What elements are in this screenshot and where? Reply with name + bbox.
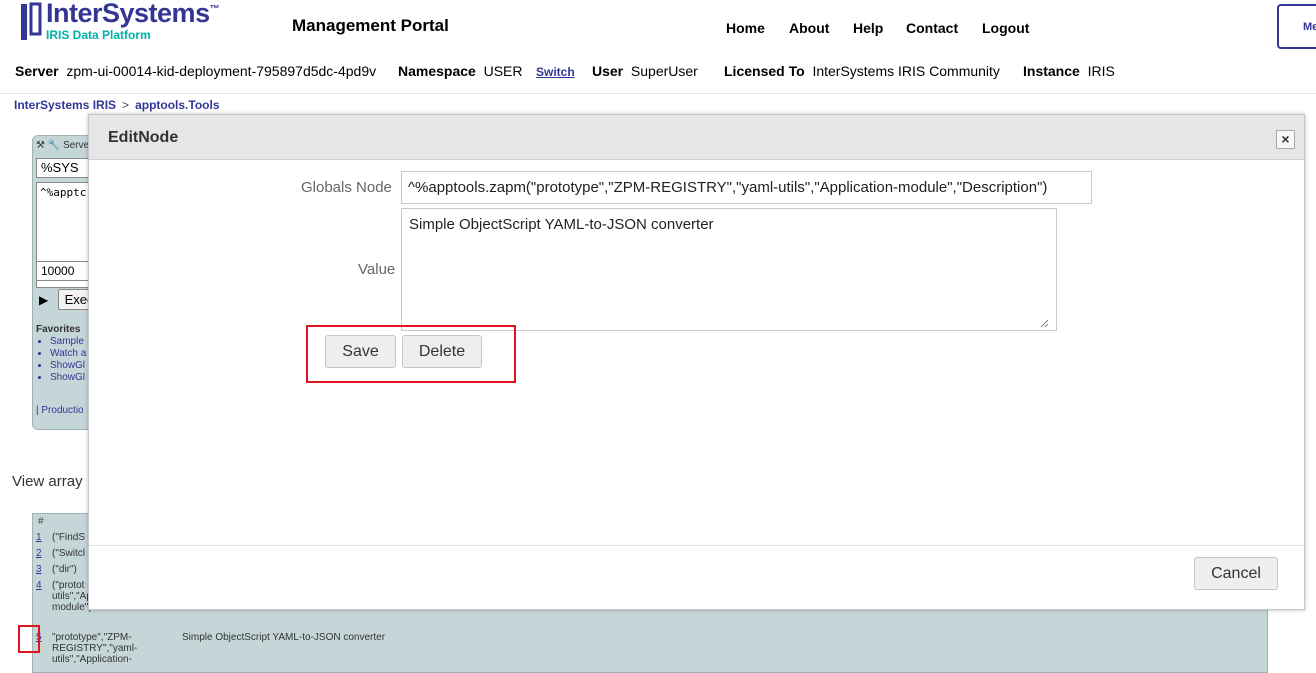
highlight-box-buttons [306,325,516,383]
namespace-info: Namespace USER [398,63,523,79]
license-info: Licensed To InterSystems IRIS Community [724,63,1000,79]
nav-help[interactable]: Help [853,20,883,36]
row-key: "prototype","ZPM-REGISTRY","yaml-utils",… [52,632,138,665]
menu-button[interactable]: Me [1277,4,1316,49]
breadcrumb: InterSystems IRIS > apptools.Tools [14,98,220,112]
row-index-link[interactable]: 2 [36,548,42,559]
dialog-footer-divider [89,545,1304,546]
globals-node-input[interactable]: ^%apptools.zapm("prototype","ZPM-REGISTR… [401,171,1092,204]
nav-contact[interactable]: Contact [906,20,958,36]
row-index-link[interactable]: 4 [36,580,42,591]
favorite-item[interactable]: ShowGl [50,360,86,372]
intersystems-logo-icon [21,2,42,40]
nav-about[interactable]: About [789,20,829,36]
user-info: User SuperUser [592,63,698,79]
close-icon[interactable]: × [1276,130,1295,149]
favorite-item[interactable]: Watch a [50,348,86,360]
wrench-icon: 🔧 [47,140,61,151]
menu-button-label: Me [1303,21,1316,33]
page-title: Management Portal [292,16,449,35]
switch-namespace-link[interactable]: Switch [536,65,575,79]
favorite-item[interactable]: ShowGl [50,372,86,384]
favorites-title: Favorites [36,324,81,335]
expand-triangle-icon[interactable]: ▶ [39,293,48,307]
view-array-label: View array [12,473,83,490]
row-value: Simple ObjectScript YAML-to-JSON convert… [182,632,386,643]
row-index-link[interactable]: 1 [36,532,42,543]
server-info: Server zpm-ui-00014-kid-deployment-79589… [15,63,377,79]
globals-node-label: Globals Node [301,179,392,196]
row-index-link[interactable]: 3 [36,564,42,575]
tools-icon: ⚒ [36,140,45,151]
value-label: Value [358,261,396,278]
dialog-header: EditNode × [89,115,1304,160]
results-header: # [38,516,44,527]
resize-grip-icon[interactable] [1039,318,1049,328]
highlight-box-row-5 [18,625,40,653]
logo-wordmark: InterSystems™ [46,0,220,28]
nav-logout[interactable]: Logout [982,20,1029,36]
instance-info: Instance IRIS [1023,63,1115,79]
breadcrumb-root[interactable]: InterSystems IRIS [14,98,116,112]
production-link[interactable]: | Productio [36,405,84,416]
favorite-item[interactable]: Sample [50,336,86,348]
favorites-list: Sample Watch a ShowGl ShowGl [36,336,86,384]
value-textarea[interactable]: Simple ObjectScript YAML-to-JSON convert… [401,208,1057,331]
cancel-button[interactable]: Cancel [1194,557,1278,590]
edit-node-dialog: EditNode × Globals Node ^%apptools.zapm(… [88,114,1305,610]
nav-home[interactable]: Home [726,20,765,36]
breadcrumb-current[interactable]: apptools.Tools [135,98,219,112]
panel-header: ⚒ 🔧 Serve [36,140,90,151]
logo-subtitle: IRIS Data Platform [46,28,151,42]
portal-header: InterSystems™ IRIS Data Platform Managem… [0,0,1316,94]
dialog-title: EditNode [108,129,179,146]
